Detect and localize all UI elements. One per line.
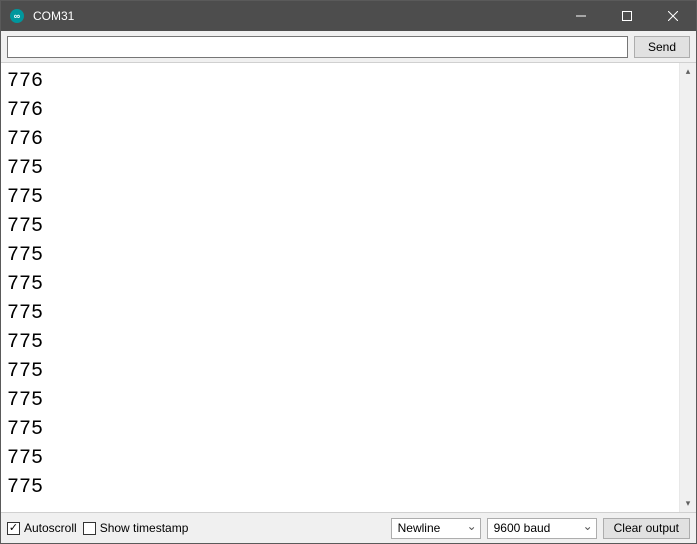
baud-select[interactable]: 9600 baud	[487, 518, 597, 539]
serial-output: 776 776 776 775 775 775 775 775 775 775 …	[1, 63, 679, 512]
serial-input[interactable]	[7, 36, 628, 58]
show-timestamp-checkbox[interactable]: Show timestamp	[83, 521, 189, 535]
send-button[interactable]: Send	[634, 36, 690, 58]
minimize-button[interactable]	[558, 1, 604, 31]
checkbox-icon: ✓	[7, 522, 20, 535]
line-ending-select[interactable]: Newline	[391, 518, 481, 539]
scroll-down-icon[interactable]: ▾	[680, 495, 696, 512]
svg-text:∞: ∞	[14, 11, 21, 21]
window-controls	[558, 1, 696, 31]
autoscroll-label: Autoscroll	[24, 521, 77, 535]
autoscroll-checkbox[interactable]: ✓ Autoscroll	[7, 521, 77, 535]
titlebar: ∞ COM31	[1, 1, 696, 31]
window-title: COM31	[33, 9, 558, 23]
input-row: Send	[1, 31, 696, 63]
scroll-up-icon[interactable]: ▴	[680, 63, 696, 80]
checkbox-icon	[83, 522, 96, 535]
arduino-icon: ∞	[9, 8, 25, 24]
bottom-bar: ✓ Autoscroll Show timestamp Newline 9600…	[1, 513, 696, 543]
close-button[interactable]	[650, 1, 696, 31]
clear-output-button[interactable]: Clear output	[603, 518, 690, 539]
show-timestamp-label: Show timestamp	[100, 521, 189, 535]
output-wrap: 776 776 776 775 775 775 775 775 775 775 …	[1, 63, 696, 513]
maximize-button[interactable]	[604, 1, 650, 31]
scrollbar[interactable]: ▴ ▾	[679, 63, 696, 512]
